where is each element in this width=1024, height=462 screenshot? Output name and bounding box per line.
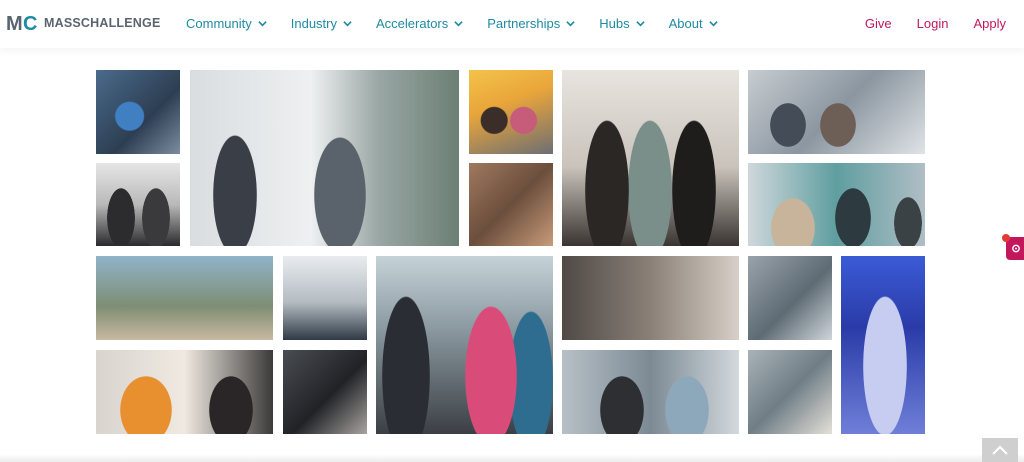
photo-stage-speaker — [841, 256, 925, 434]
photo-mentor-conversation — [562, 256, 739, 340]
nav-partnerships[interactable]: Partnerships — [487, 16, 575, 31]
nav-about[interactable]: About — [669, 16, 718, 31]
chevron-down-icon — [454, 21, 463, 27]
photo-networking-crowd — [376, 256, 553, 434]
give-link[interactable]: Give — [865, 16, 892, 31]
photo-badge-lineup — [283, 256, 367, 340]
chevron-down-icon — [635, 21, 645, 27]
main-nav: Community Industry Accelerators Partners… — [186, 16, 742, 31]
nav-label: About — [668, 16, 703, 31]
nav-label: Accelerators — [376, 16, 449, 31]
scroll-to-top-button[interactable] — [982, 438, 1018, 462]
svg-text:C: C — [23, 13, 37, 34]
page-bottom-edge — [0, 454, 1024, 462]
photo-office-desks — [748, 256, 832, 340]
photo-office-meeting — [748, 163, 925, 246]
nav-label: Partnerships — [487, 16, 561, 31]
photo-workshop-room — [748, 70, 925, 154]
chevron-down-icon — [566, 21, 575, 27]
nav-label: Community — [186, 16, 252, 31]
logo-text: MASSCHALLENGE — [44, 16, 161, 30]
mc-logo-mark: M C — [6, 13, 37, 34]
side-feedback-tab[interactable] — [1002, 234, 1024, 260]
photo-audience-seated — [469, 163, 553, 246]
chevron-down-icon — [708, 21, 718, 27]
chevron-up-icon — [992, 445, 1008, 455]
nav-label: Hubs — [599, 16, 630, 31]
masschallenge-logo[interactable]: M C MASSCHALLENGE — [6, 12, 161, 34]
login-link[interactable]: Login — [917, 16, 949, 31]
photo-gallery — [96, 70, 926, 434]
photo-panel-speakers — [96, 163, 180, 246]
photo-whiteboard-session — [190, 70, 459, 246]
photo-small-group-chat — [283, 350, 367, 434]
notification-dot — [1002, 234, 1010, 242]
chevron-down-icon — [258, 21, 267, 27]
nav-hubs[interactable]: Hubs — [599, 16, 645, 31]
photo-team-laptops — [96, 70, 180, 154]
site-header: M C MASSCHALLENGE Community Industry Acc… — [0, 0, 1024, 48]
photo-selfie-duo — [469, 70, 553, 154]
nav-industry[interactable]: Industry — [291, 16, 352, 31]
photo-coffee-chat — [748, 350, 832, 434]
photo-three-women-badges — [562, 70, 739, 246]
nav-label: Industry — [290, 16, 337, 31]
nav-community[interactable]: Community — [186, 16, 267, 31]
photo-two-women-talking — [96, 350, 273, 434]
photo-hallway-talk — [562, 350, 739, 434]
chevron-down-icon — [343, 21, 352, 27]
apply-link[interactable]: Apply — [973, 16, 1006, 31]
nav-accelerators[interactable]: Accelerators — [376, 16, 463, 31]
header-actions: Give Login Apply — [840, 16, 1006, 31]
photo-lounge-group — [96, 256, 273, 340]
svg-text:M: M — [6, 13, 23, 34]
